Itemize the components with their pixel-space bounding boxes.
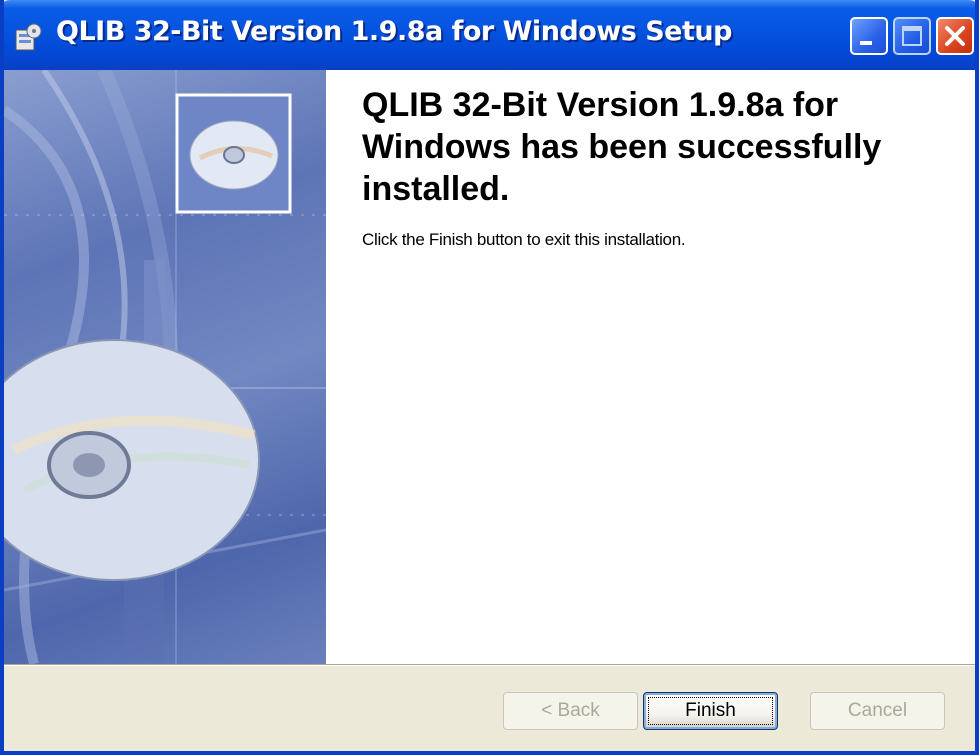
maximize-button[interactable] xyxy=(893,17,931,55)
installer-app-icon xyxy=(15,23,42,51)
installer-banner-image xyxy=(4,70,326,664)
finish-button[interactable]: Finish xyxy=(643,692,778,730)
back-button-label: < Back xyxy=(541,700,600,721)
close-icon xyxy=(945,26,965,46)
maximize-icon xyxy=(902,26,922,46)
minimize-icon xyxy=(860,41,872,45)
wizard-content: QLIB 32-Bit Version 1.9.8a for Windows h… xyxy=(4,70,975,664)
cancel-button-label: Cancel xyxy=(847,700,908,721)
setup-window: QLIB 32-Bit Version 1.9.8a for Windows S… xyxy=(0,0,979,755)
completion-description: Click the Finish button to exit this ins… xyxy=(362,230,686,249)
finish-button-label: Finish xyxy=(685,700,736,721)
title-bar[interactable]: QLIB 32-Bit Version 1.9.8a for Windows S… xyxy=(4,0,975,70)
minimize-button[interactable] xyxy=(850,17,888,55)
close-button[interactable] xyxy=(936,17,974,55)
back-button[interactable]: < Back xyxy=(503,692,638,730)
divider xyxy=(4,664,975,666)
window-title: QLIB 32-Bit Version 1.9.8a for Windows S… xyxy=(56,16,732,47)
completion-heading: QLIB 32-Bit Version 1.9.8a for Windows h… xyxy=(362,86,882,208)
cancel-button[interactable]: Cancel xyxy=(810,692,945,730)
